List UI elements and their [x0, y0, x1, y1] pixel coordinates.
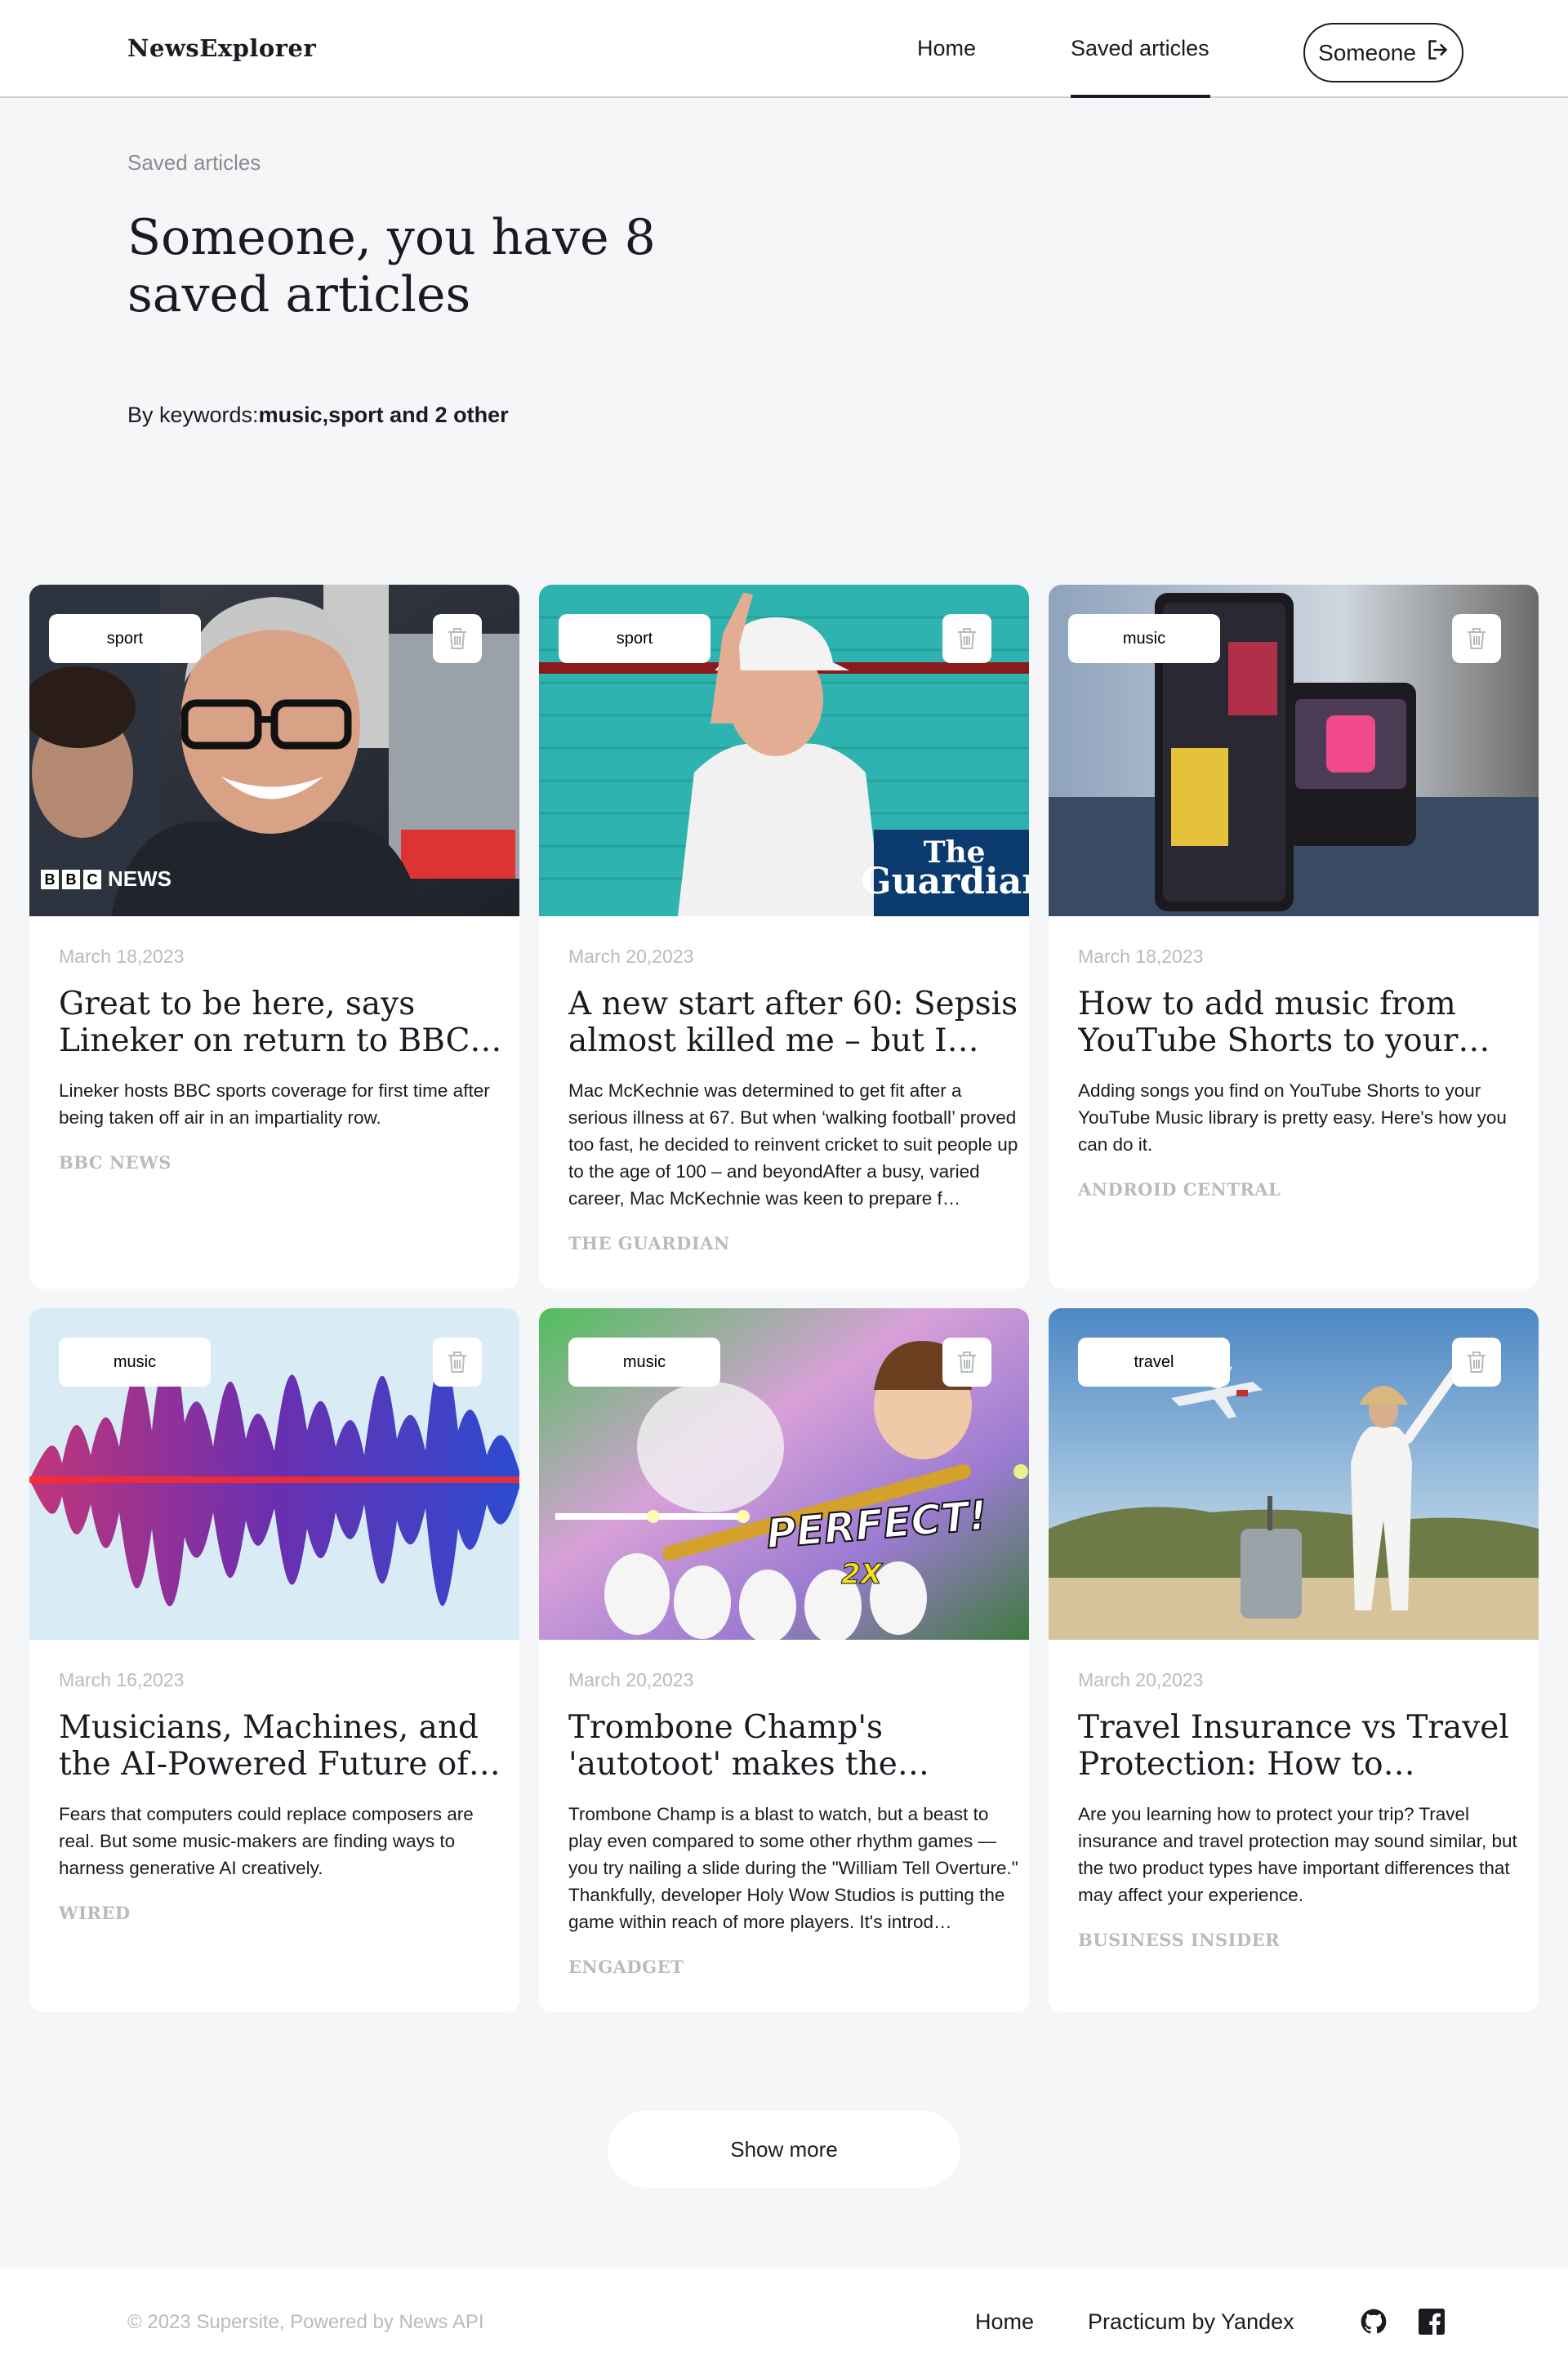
- article-date: March 18,2023: [59, 946, 185, 967]
- footer-practicum-link[interactable]: Practicum by Yandex: [1088, 2309, 1294, 2335]
- trash-icon: [1466, 627, 1487, 650]
- article-title: Trombone Champ's 'autotoot' makes the ri…: [568, 1709, 898, 1783]
- article-card[interactable]: travel March 20,2023 Travel Insurance vs…: [1049, 1308, 1539, 2012]
- delete-button[interactable]: [1452, 1338, 1501, 1387]
- article-image: music: [29, 1308, 519, 1640]
- article-text: Lineker hosts BBC sports coverage for fi…: [59, 1080, 490, 1128]
- article-image: B B C NEWS sport: [29, 585, 519, 916]
- user-name-label: Someone: [1318, 39, 1416, 65]
- page-title: Someone, you have 8 saved articles: [127, 209, 656, 323]
- article-body: March 18,2023 How to add music from YouT…: [1078, 916, 1529, 1200]
- keywords-list: music,sport and 2 other: [258, 403, 509, 427]
- delete-button[interactable]: [433, 614, 482, 663]
- article-title: Travel Insurance vs Travel Protection: H…: [1078, 1709, 1509, 1783]
- article-title: Musicians, Machines, and the AI-Powered …: [59, 1709, 479, 1783]
- site-logo[interactable]: NewsExplorer: [127, 34, 316, 62]
- logout-icon: [1426, 38, 1449, 67]
- article-body: March 20,2023 A new start after 60: Seps…: [568, 916, 1019, 1254]
- article-source: BBC NEWS: [59, 1152, 172, 1173]
- keyword-tag: music: [1068, 614, 1220, 663]
- facebook-icon[interactable]: [1419, 2309, 1445, 2335]
- article-title: Great to be here, says Lineker on return…: [59, 986, 470, 1059]
- trash-icon: [1466, 1351, 1487, 1374]
- keywords-summary: By keywords:music,sport and 2 other: [127, 403, 509, 428]
- user-logout-button[interactable]: Someone: [1303, 23, 1463, 82]
- article-body: March 16,2023 Musicians, Machines, and t…: [59, 1640, 510, 1923]
- nav-saved-articles-link[interactable]: Saved articles: [1071, 36, 1209, 61]
- footer-home-link[interactable]: Home: [975, 2309, 1034, 2335]
- github-icon[interactable]: [1361, 2309, 1387, 2335]
- article-date: March 16,2023: [59, 1669, 185, 1690]
- article-text: Are you learning how to protect your tri…: [1078, 1804, 1517, 1905]
- article-date: March 18,2023: [1078, 946, 1204, 967]
- site-footer: © 2023 Supersite, Powered by News API Ho…: [0, 2269, 1568, 2369]
- article-image: PERFECT! 2X music: [539, 1308, 1029, 1640]
- article-body: March 20,2023 Travel Insurance vs Travel…: [1078, 1640, 1529, 1950]
- copyright-text: © 2023 Supersite, Powered by News API: [127, 2311, 484, 2333]
- keyword-tag: music: [59, 1338, 211, 1387]
- article-text: Adding songs you find on YouTube Shorts …: [1078, 1080, 1507, 1155]
- article-source: BUSINESS INSIDER: [1078, 1930, 1281, 1950]
- article-body: March 18,2023 Great to be here, says Lin…: [59, 916, 510, 1173]
- article-text: Trombone Champ is a blast to watch, but …: [568, 1804, 1018, 1932]
- article-image: The Guardian sport: [539, 585, 1029, 916]
- site-header: NewsExplorer Home Saved articles Someone: [0, 0, 1568, 98]
- keywords-prefix: By keywords:: [127, 403, 259, 427]
- trash-icon: [447, 627, 468, 650]
- article-card[interactable]: PERFECT! 2X music March 20,2023 Trombone…: [539, 1308, 1029, 2012]
- nav-home-link[interactable]: Home: [917, 36, 976, 61]
- delete-button[interactable]: [942, 614, 991, 663]
- article-source: THE GUARDIAN: [568, 1233, 730, 1254]
- article-text: Fears that computers could replace compo…: [59, 1804, 474, 1878]
- trash-icon: [956, 627, 978, 650]
- page-label: Saved articles: [127, 150, 261, 175]
- article-card[interactable]: The Guardian sport March 20,2023 A new s…: [539, 585, 1029, 1289]
- show-more-button[interactable]: Show more: [608, 2111, 960, 2188]
- article-card[interactable]: music March 18,2023 How to add music fro…: [1049, 585, 1539, 1289]
- active-nav-indicator: [1071, 95, 1210, 98]
- delete-button[interactable]: [942, 1338, 991, 1387]
- article-source: ANDROID CENTRAL: [1078, 1179, 1281, 1200]
- article-card[interactable]: B B C NEWS sport March 18,2023 Great to …: [29, 585, 519, 1289]
- article-title: A new start after 60: Sepsis almost kill…: [568, 986, 1018, 1059]
- article-date: March 20,2023: [568, 1669, 694, 1690]
- image-watermark: B B C NEWS: [41, 866, 172, 892]
- keyword-tag: music: [568, 1338, 720, 1387]
- article-text: Mac McKechnie was determined to get fit …: [568, 1080, 1018, 1209]
- delete-button[interactable]: [1452, 614, 1501, 663]
- article-title: How to add music from YouTube Shorts to …: [1078, 986, 1490, 1059]
- keyword-tag: sport: [559, 614, 710, 663]
- article-date: March 20,2023: [568, 946, 694, 967]
- keyword-tag: sport: [49, 614, 201, 663]
- article-date: March 20,2023: [1078, 1669, 1204, 1690]
- article-source: WIRED: [59, 1903, 131, 1923]
- article-source: ENGADGET: [568, 1957, 684, 1977]
- keyword-tag: travel: [1078, 1338, 1230, 1387]
- article-image: music: [1049, 585, 1539, 916]
- delete-button[interactable]: [433, 1338, 482, 1387]
- article-card[interactable]: music March 16,2023 Musicians, Machines,…: [29, 1308, 519, 2012]
- article-body: March 20,2023 Trombone Champ's 'autotoot…: [568, 1640, 1019, 1977]
- trash-icon: [956, 1351, 978, 1374]
- image-watermark: The Guardian: [861, 835, 1029, 902]
- trash-icon: [447, 1351, 468, 1374]
- article-image: travel: [1049, 1308, 1539, 1640]
- image-multiplier-text: 2X: [841, 1558, 883, 1592]
